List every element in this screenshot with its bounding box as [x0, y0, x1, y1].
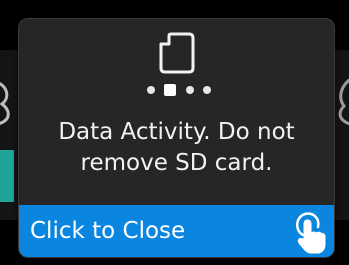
- background-partial-icon-left: [0, 82, 10, 125]
- close-button[interactable]: Click to Close: [19, 205, 334, 257]
- dialog-message: Data Activity. Do not remove SD card.: [19, 117, 334, 179]
- activity-dot: [202, 86, 211, 94]
- dialog-message-line-1: Data Activity. Do not: [58, 119, 295, 145]
- touch-hand-icon: [296, 212, 326, 254]
- activity-dot: [147, 86, 155, 94]
- dialog-message-line-2: remove SD card.: [80, 150, 273, 176]
- background-accent-bar: [0, 150, 14, 202]
- background-partial-icon-right: [338, 78, 349, 126]
- activity-dot-active: [164, 84, 177, 96]
- activity-dot: [185, 86, 194, 94]
- sd-card-activity-dialog: Data Activity. Do not remove SD card. Cl…: [18, 18, 335, 258]
- activity-dots-icon: [147, 83, 211, 97]
- close-button-label: Click to Close: [30, 218, 186, 244]
- sd-card-icon: [159, 32, 195, 74]
